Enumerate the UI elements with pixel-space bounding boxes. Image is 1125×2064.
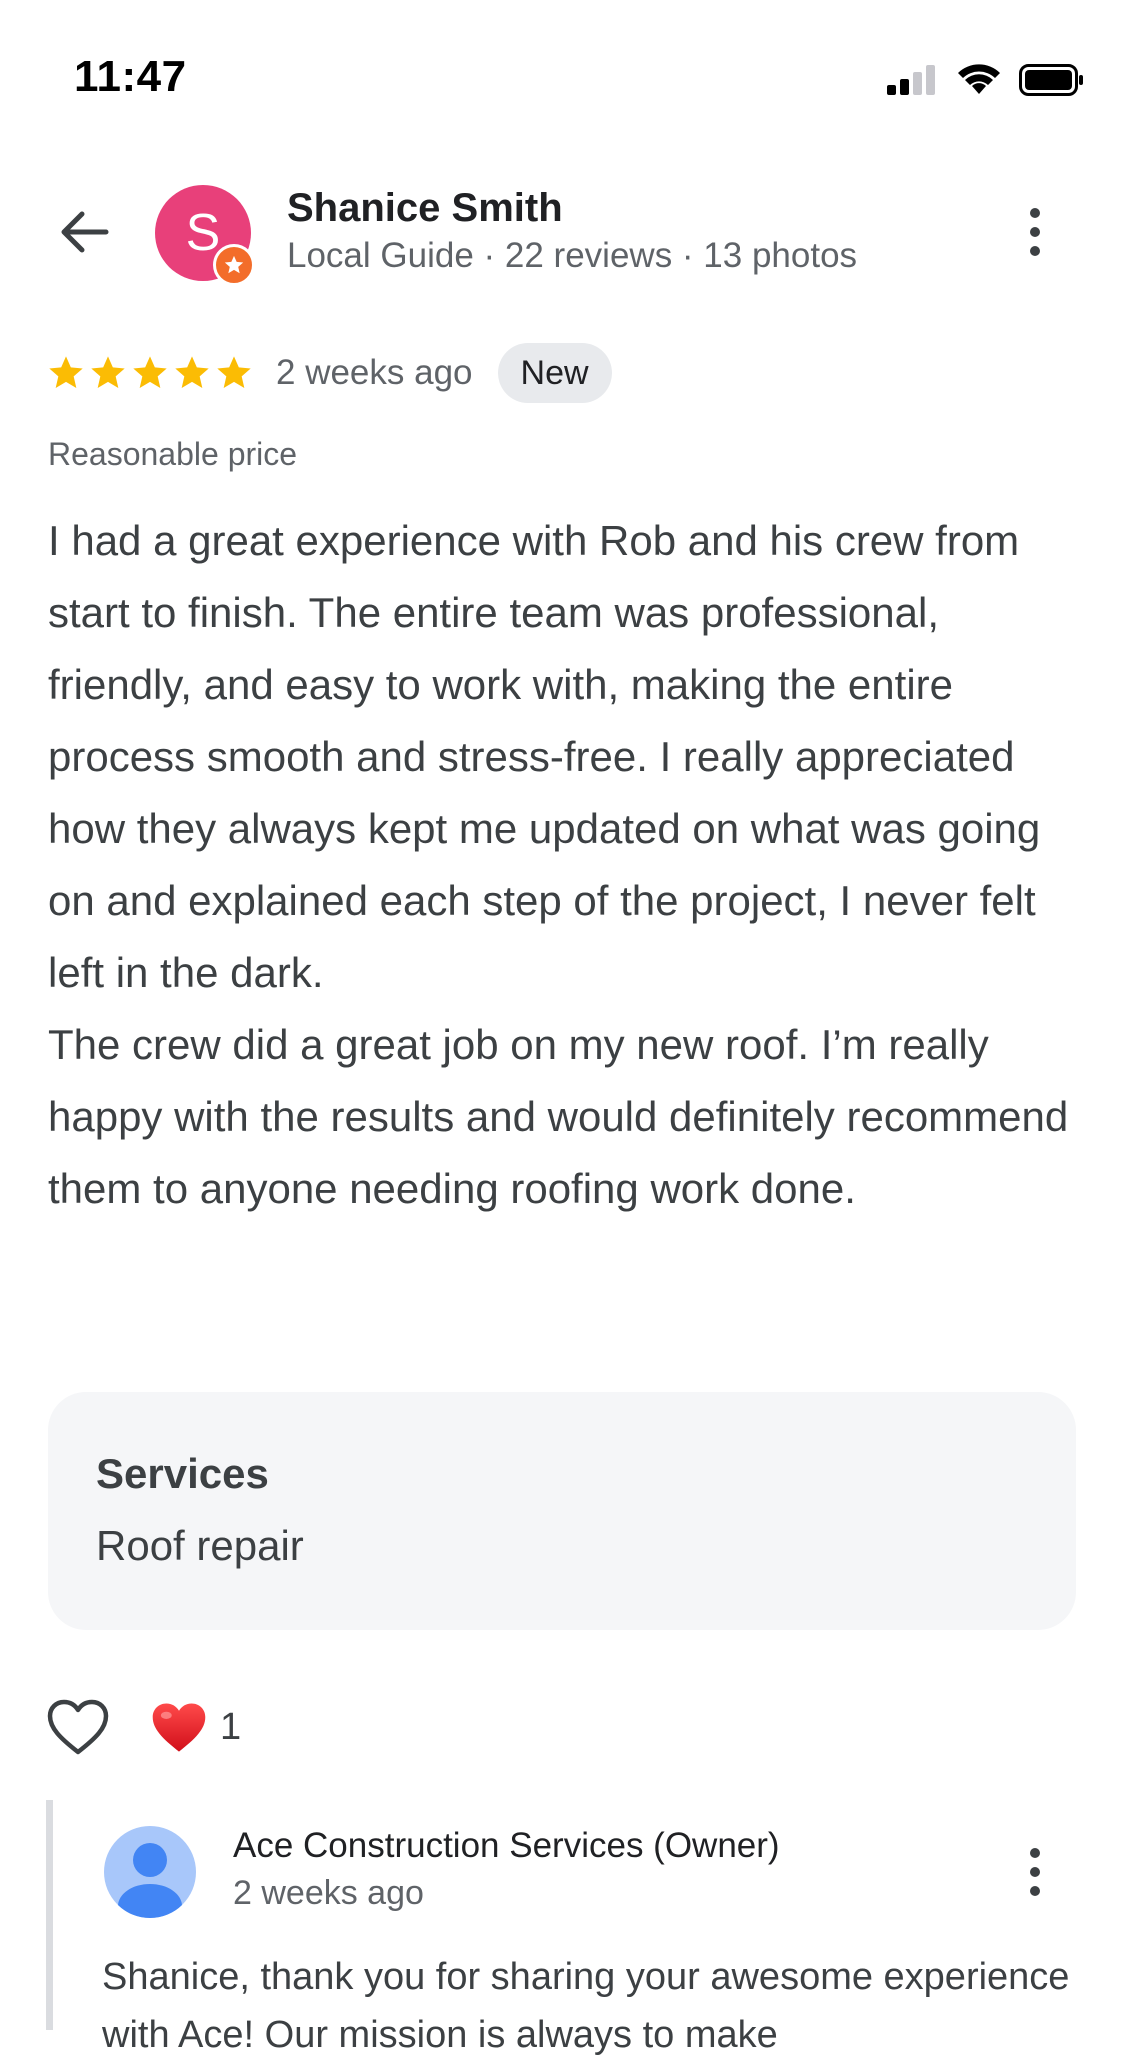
star-icon xyxy=(133,356,167,388)
reviewer-meta: Local Guide · 22 reviews · 13 photos xyxy=(287,236,858,275)
reply-divider xyxy=(46,1800,53,2030)
reaction-count: 1 xyxy=(220,1706,242,1748)
services-title: Services xyxy=(96,1450,269,1497)
star-icon xyxy=(49,356,83,388)
services-card: Services Roof repair xyxy=(48,1392,1076,1630)
wifi-icon xyxy=(958,64,1000,94)
default-person-avatar-icon[interactable] xyxy=(104,1826,196,1918)
new-badge: New xyxy=(497,343,612,403)
review-text: I had a great experience with Rob and hi… xyxy=(48,505,1088,1225)
status-icons xyxy=(887,64,1085,96)
star-icon xyxy=(175,356,209,388)
star-icon xyxy=(91,356,125,388)
star-icon xyxy=(217,356,251,388)
like-button[interactable] xyxy=(46,1698,110,1758)
cellular-signal-icon xyxy=(887,65,935,95)
status-time: 11:47 xyxy=(74,52,187,101)
price-label: Reasonable price xyxy=(48,436,298,472)
more-vertical-icon xyxy=(1030,208,1040,218)
more-vertical-icon xyxy=(1030,1848,1040,1858)
more-options-button[interactable] xyxy=(1005,200,1065,264)
owner-name: Ace Construction Services (Owner) xyxy=(233,1826,780,1865)
red-heart-icon[interactable] xyxy=(150,1700,208,1756)
battery-icon xyxy=(1019,64,1083,96)
rating-row: 2 weeks ago New xyxy=(46,343,612,403)
review-time: 2 weeks ago xyxy=(276,353,473,392)
reviewer-name[interactable]: Shanice Smith xyxy=(287,186,563,231)
review-paragraph: I had a great experience with Rob and hi… xyxy=(48,517,1041,996)
local-guide-star-icon xyxy=(213,244,255,286)
owner-more-options-button[interactable] xyxy=(1005,1840,1065,1904)
heart-outline-icon xyxy=(47,1699,109,1755)
review-paragraph: The crew did a great job on my new roof.… xyxy=(48,1021,1069,1212)
status-bar: 11:47 xyxy=(0,0,1125,165)
services-value: Roof repair xyxy=(96,1522,304,1569)
owner-reply-text: Shanice, thank you for sharing your awes… xyxy=(102,1956,1070,2056)
arrow-left-icon xyxy=(61,211,109,253)
star-rating xyxy=(46,353,254,393)
owner-reply-time: 2 weeks ago xyxy=(233,1874,424,1912)
back-button[interactable] xyxy=(52,200,116,264)
